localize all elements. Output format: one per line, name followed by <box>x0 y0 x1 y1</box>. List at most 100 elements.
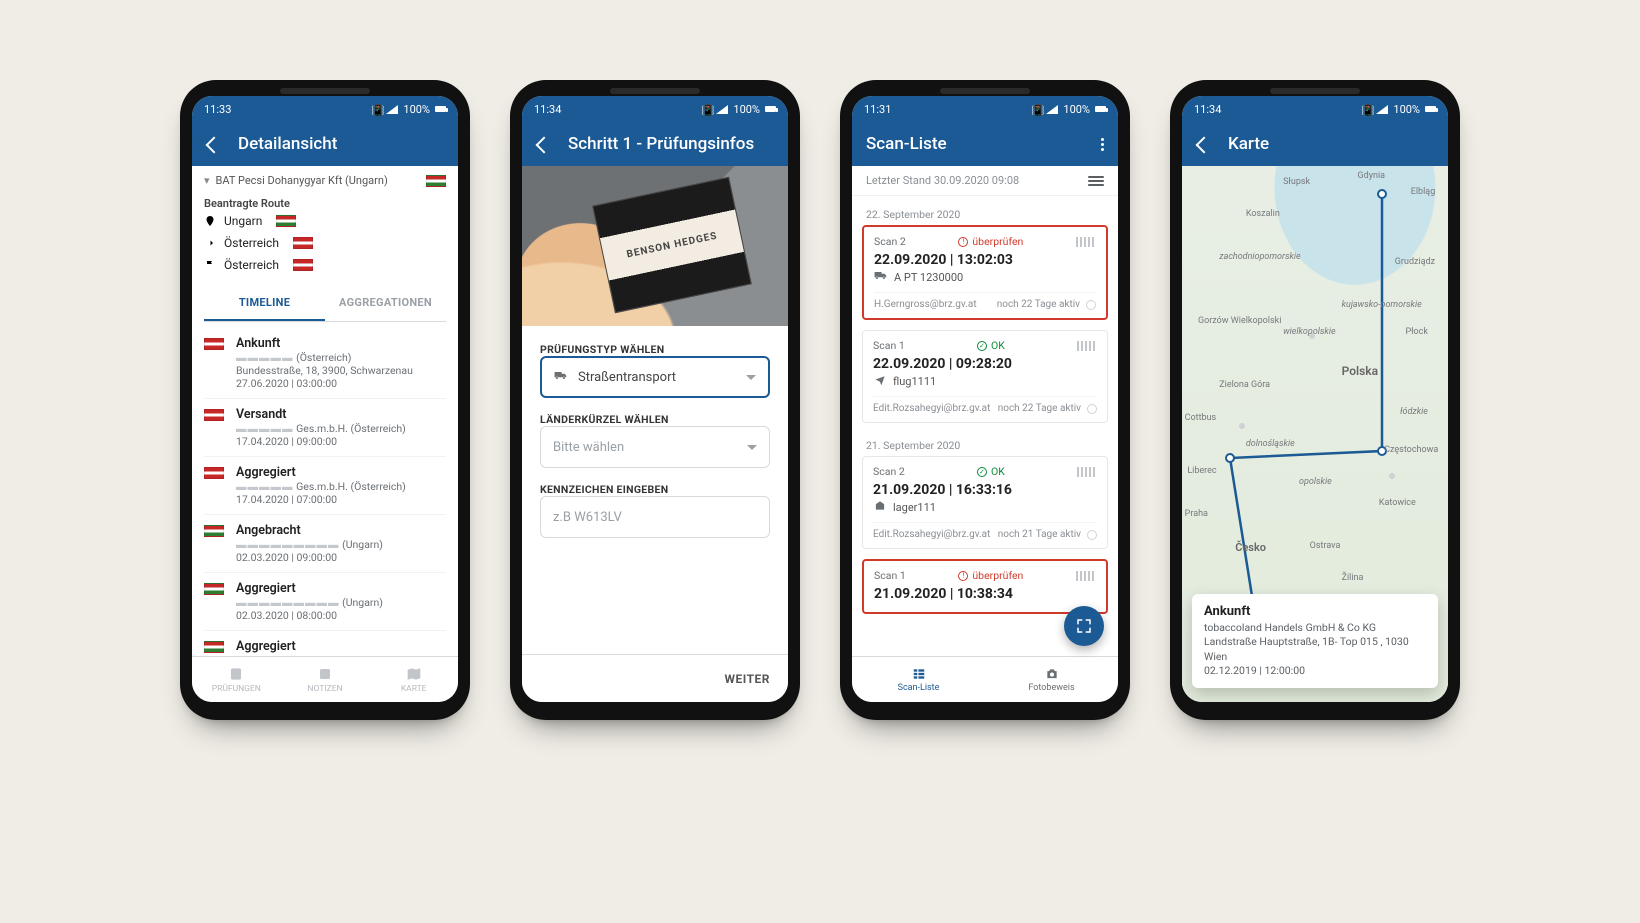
flag-hungary-icon <box>204 583 224 595</box>
label-kennzeichen: KENNZEICHEN EINGEBEN <box>540 483 668 496</box>
bottom-nav: Scan-Liste Fotobeweis <box>852 656 1118 702</box>
page-title: Karte <box>1228 134 1269 154</box>
overflow-menu-icon[interactable] <box>1101 138 1104 151</box>
next-button[interactable]: WEITER <box>725 672 770 686</box>
info-title: Ankunft <box>1204 604 1426 619</box>
country-label: Österreich <box>224 236 279 250</box>
route-node[interactable] <box>1225 453 1235 463</box>
screen: 11:34 📳 100% Schritt 1 - Prüfungsinfos B… <box>522 96 788 702</box>
evidence-photo: BENSON HEDGES <box>522 166 788 326</box>
map-view[interactable]: Słupsk Gdynia Elbląg Koszalin zachodniop… <box>1182 166 1448 702</box>
battery-icon <box>1425 106 1436 112</box>
vibrate-icon: 📳 <box>1361 104 1371 114</box>
vehicle-label: A PT 1230000 <box>894 271 963 284</box>
app-bar: Detailansicht <box>192 122 458 166</box>
clock: 11:31 <box>864 103 891 116</box>
timeline-item[interactable]: Aggregiert ▬▬▬▬▬▬▬▬▬ (Ungarn) 02.03.2020… <box>204 631 446 656</box>
timeline-item[interactable]: Versandt ▬▬▬▬▬ Ges.m.b.H. (Österreich) 1… <box>204 399 446 457</box>
back-icon[interactable] <box>536 135 554 153</box>
scan-name: Scan 2 <box>874 235 906 248</box>
scan-card[interactable]: Scan 1 !überprüfen 21.09.2020 | 10:38:34 <box>862 559 1108 614</box>
event-ts: 02.03.2020 | 08:00:00 <box>236 609 446 622</box>
flag-hungary-icon <box>204 525 224 537</box>
status-bar: 11:33 📳 100% <box>192 96 458 122</box>
select-country[interactable]: Bitte wählen <box>540 426 770 468</box>
scan-expiry: noch 22 Tage aktiv <box>997 299 1080 310</box>
phone-karte: 11:34 📳 100% Karte <box>1170 80 1460 720</box>
tab-aggregationen[interactable]: AGGREGATIONEN <box>325 286 446 321</box>
screen: 11:31 📳 100% Scan-Liste Letzter Stand 30… <box>852 96 1118 702</box>
select-pruefungstyp[interactable]: Straßentransport <box>540 356 770 398</box>
flag-austria-icon <box>204 467 224 479</box>
warehouse-icon <box>873 500 887 514</box>
route-header: Beantragte Route <box>204 197 446 210</box>
clipboard-icon <box>227 666 245 682</box>
timeline-item[interactable]: Aggregiert ▬▬▬▬▬ Ges.m.b.H. (Österreich)… <box>204 457 446 515</box>
event-title: Aggregiert <box>236 465 446 480</box>
map-info-card[interactable]: Ankunft tobaccoland Handels GmbH & Co KG… <box>1192 594 1438 688</box>
scan-expiry: noch 22 Tage aktiv <box>998 403 1081 414</box>
status-bar: 11:34 📳 100% <box>1182 96 1448 122</box>
fab-fullscreen[interactable] <box>1064 606 1104 646</box>
vehicle-label: flug1111 <box>893 375 936 388</box>
event-ts: 02.03.2020 | 09:00:00 <box>236 551 446 564</box>
bottom-nav: PRÜFUNGEN NOTIZEN KARTE <box>192 656 458 702</box>
scan-name: Scan 2 <box>873 465 905 478</box>
phone-scanlist: 11:31 📳 100% Scan-Liste Letzter Stand 30… <box>840 80 1130 720</box>
vehicle-label: lager111 <box>893 501 936 514</box>
timeline-item[interactable]: Angebracht ▬▬▬▬▬▬▬▬▬ (Ungarn) 02.03.2020… <box>204 515 446 573</box>
event-title: Angebracht <box>236 523 446 538</box>
flagpole-icon <box>204 259 216 271</box>
timeline-item[interactable]: Ankunft ▬▬▬▬▬ (Österreich) Bundesstraße,… <box>204 328 446 399</box>
battery-percent: 100% <box>403 103 430 116</box>
scan-card[interactable]: Scan 2 ✓OK 21.09.2020 | 16:33:16 lager11… <box>862 456 1108 549</box>
scan-user: Edit.Rozsahegyi@brz.gv.at <box>873 403 990 414</box>
app-bar: Karte <box>1182 122 1448 166</box>
status-bar: 11:31 📳 100% <box>852 96 1118 122</box>
vibrate-icon: 📳 <box>1031 104 1041 114</box>
nav-karte[interactable]: KARTE <box>369 657 458 702</box>
scan-datetime: 22.09.2020 | 13:02:03 <box>874 252 1096 268</box>
phone-pruefungsinfos: 11:34 📳 100% Schritt 1 - Prüfungsinfos B… <box>510 80 800 720</box>
route-node[interactable] <box>1377 189 1387 199</box>
barcode-icon <box>1076 237 1096 247</box>
battery-icon <box>765 106 776 112</box>
battery-icon <box>435 106 446 112</box>
lastupdate-label: Letzter Stand 30.09.2020 09:08 <box>866 174 1019 187</box>
nav-pruefungen[interactable]: PRÜFUNGEN <box>192 657 281 702</box>
timeline-item[interactable]: Aggregiert ▬▬▬▬▬▬▬▬▬ (Ungarn) 02.03.2020… <box>204 573 446 631</box>
signal-icon <box>386 105 398 114</box>
subheader: Letzter Stand 30.09.2020 09:08 <box>852 166 1118 196</box>
scan-card[interactable]: Scan 1 ✓OK 22.09.2020 | 09:28:20 flug111… <box>862 330 1108 423</box>
truck-icon <box>874 270 888 284</box>
filter-icon[interactable] <box>1088 175 1104 187</box>
label-laenderkuerzel: LÄNDERKÜRZEL WÄHLEN <box>540 413 669 426</box>
back-icon[interactable] <box>1196 135 1214 153</box>
page-title: Schritt 1 - Prüfungsinfos <box>568 134 754 154</box>
tabs: TIMELINE AGGREGATIONEN <box>204 286 446 322</box>
camera-icon <box>1043 667 1061 681</box>
scan-expiry: noch 21 Tage aktiv <box>998 529 1081 540</box>
status-badge: !überprüfen <box>906 235 1076 248</box>
nav-fotobeweis[interactable]: Fotobeweis <box>985 657 1118 702</box>
tab-timeline[interactable]: TIMELINE <box>204 286 325 321</box>
nav-notizen[interactable]: NOTIZEN <box>281 657 370 702</box>
barcode-icon <box>1077 341 1097 351</box>
pin-icon <box>204 215 216 227</box>
event-address: Bundesstraße, 18, 3900, Schwarzenau <box>236 364 446 377</box>
nav-scanliste[interactable]: Scan-Liste <box>852 657 985 702</box>
status-badge: !überprüfen <box>906 569 1076 582</box>
vibrate-icon: 📳 <box>371 104 381 114</box>
app-bar: Scan-Liste <box>852 122 1118 166</box>
event-ts: 17.04.2020 | 09:00:00 <box>236 435 446 448</box>
phone-detailansicht: 11:33 📳 100% Detailansicht ▾ BAT Pecsi D… <box>180 80 470 720</box>
route-node[interactable] <box>1377 446 1387 456</box>
screen: 11:34 📳 100% Karte <box>1182 96 1448 702</box>
back-icon[interactable] <box>206 135 224 153</box>
scan-card[interactable]: Scan 2 !überprüfen 22.09.2020 | 13:02:03… <box>862 225 1108 320</box>
map-icon <box>405 666 423 682</box>
input-plate[interactable]: z.B W613LV <box>540 496 770 538</box>
flag-austria-icon <box>293 237 313 249</box>
page-title: Scan-Liste <box>866 134 947 154</box>
select-placeholder: Bitte wählen <box>553 440 624 455</box>
